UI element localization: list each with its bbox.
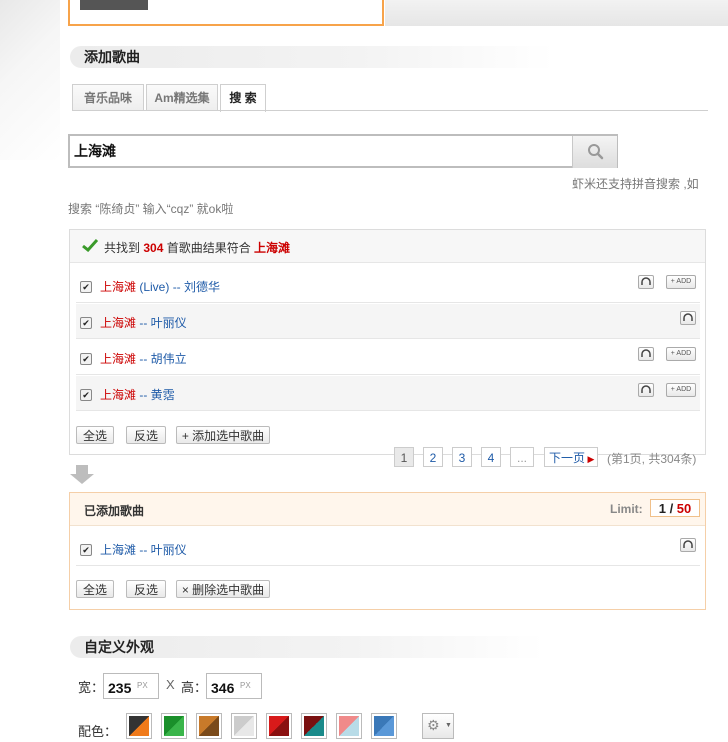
headphones-icon[interactable] bbox=[680, 538, 696, 552]
left-shadow-decor bbox=[0, 0, 60, 160]
headphones-icon[interactable] bbox=[680, 311, 696, 325]
added-songs-header: 已添加歌曲 Limit: 1 / 50 bbox=[70, 493, 705, 526]
add-song-button[interactable]: + ADD bbox=[666, 347, 696, 361]
select-all-button[interactable]: 全选 bbox=[76, 426, 114, 444]
song-link[interactable]: 上海滩 (Live) -- 刘德华 bbox=[100, 278, 220, 295]
headphones-icon[interactable] bbox=[638, 383, 654, 397]
added-song-row: ✔ 上海滩 -- 叶丽仪 bbox=[76, 531, 700, 566]
color-swatch[interactable] bbox=[371, 713, 397, 739]
results-keyword: 上海滩 bbox=[254, 241, 291, 255]
color-swatch[interactable] bbox=[301, 713, 327, 739]
song-checkbox[interactable]: ✔ bbox=[80, 389, 92, 401]
page-1[interactable]: 1 bbox=[394, 447, 414, 467]
height-label: 高： bbox=[181, 680, 208, 695]
limit-counter: 1 / 50 bbox=[650, 499, 700, 517]
top-preview-thumbnail bbox=[80, 0, 148, 10]
color-swatch[interactable] bbox=[231, 713, 257, 739]
delete-selected-button[interactable]: × 删除选中歌曲 bbox=[176, 580, 270, 598]
size-separator: X bbox=[166, 677, 175, 692]
page-ellipsis: ... bbox=[510, 447, 534, 467]
song-link[interactable]: 上海滩 -- 叶丽仪 bbox=[100, 541, 187, 558]
color-swatch[interactable] bbox=[161, 713, 187, 739]
song-row: ✔ 上海滩 (Live) -- 刘德华 + ADD bbox=[76, 268, 700, 303]
select-all-button[interactable]: 全选 bbox=[76, 580, 114, 598]
search-results-panel: 共找到 304 首歌曲结果符合 上海滩 ✔ 上海滩 (Live) -- 刘德华 … bbox=[69, 229, 706, 455]
chevron-down-icon: ▼ bbox=[445, 722, 452, 729]
added-songs-panel: 已添加歌曲 Limit: 1 / 50 ✔ 上海滩 -- 叶丽仪 全选 反选 ×… bbox=[69, 492, 706, 610]
tab-am-collection[interactable]: Am精选集 bbox=[146, 84, 218, 110]
limit-label: Limit: bbox=[610, 502, 643, 516]
color-swatch[interactable] bbox=[126, 713, 152, 739]
song-checkbox[interactable]: ✔ bbox=[80, 317, 92, 329]
custom-appearance-title: 自定义外观 bbox=[70, 636, 544, 658]
results-header: 共找到 304 首歌曲结果符合 上海滩 bbox=[70, 230, 705, 263]
next-page-button[interactable]: 下一页 ▶ bbox=[544, 447, 598, 467]
width-input[interactable]: 235 PX bbox=[103, 673, 159, 699]
song-row: ✔ 上海滩 -- 胡伟立 + ADD bbox=[76, 340, 700, 375]
invert-selection-button[interactable]: 反选 bbox=[126, 426, 166, 444]
pagination-info: (第1页, 共304条) bbox=[607, 452, 697, 466]
gear-icon: ⚙ bbox=[427, 717, 440, 733]
search-button[interactable] bbox=[572, 136, 617, 168]
color-swatch[interactable] bbox=[336, 713, 362, 739]
search-icon bbox=[588, 144, 604, 160]
song-link[interactable]: 上海滩 -- 黄霑 bbox=[100, 386, 175, 403]
song-checkbox[interactable]: ✔ bbox=[80, 544, 92, 556]
song-row: ✔ 上海滩 -- 黄霑 + ADD bbox=[76, 376, 700, 411]
page-2[interactable]: 2 bbox=[423, 447, 443, 467]
arrow-down-icon bbox=[70, 465, 94, 484]
add-song-button[interactable]: + ADD bbox=[666, 275, 696, 289]
song-row: ✔ 上海滩 -- 叶丽仪 bbox=[76, 304, 700, 339]
custom-color-dropdown[interactable]: ⚙ ▼ bbox=[422, 713, 454, 739]
search-input[interactable] bbox=[74, 142, 564, 160]
color-scheme-label: 配色： bbox=[78, 724, 118, 739]
pinyin-example: 搜索 “陈绮贞” 输入“cqz” 就ok啦 bbox=[68, 202, 234, 216]
pinyin-hint: 虾米还支持拼音搜索 ,如 bbox=[572, 177, 699, 191]
add-songs-title: 添加歌曲 bbox=[70, 46, 554, 68]
height-input[interactable]: 346 PX bbox=[206, 673, 262, 699]
tab-divider bbox=[72, 110, 708, 111]
check-icon bbox=[82, 239, 98, 252]
limit-current: 1 bbox=[658, 501, 666, 516]
caret-right-icon: ▶ bbox=[585, 454, 595, 464]
song-link[interactable]: 上海滩 -- 叶丽仪 bbox=[100, 314, 187, 331]
added-songs-title: 已添加歌曲 bbox=[84, 504, 145, 518]
top-right-background bbox=[385, 0, 728, 26]
search-box bbox=[68, 134, 618, 168]
width-label: 宽： bbox=[78, 680, 105, 695]
page-4[interactable]: 4 bbox=[481, 447, 501, 467]
limit-max: 50 bbox=[676, 501, 692, 516]
results-count: 304 bbox=[143, 241, 164, 255]
headphones-icon[interactable] bbox=[638, 275, 654, 289]
invert-selection-button[interactable]: 反选 bbox=[126, 580, 166, 598]
color-swatch[interactable] bbox=[266, 713, 292, 739]
color-swatch[interactable] bbox=[196, 713, 222, 739]
results-summary: 共找到 304 首歌曲结果符合 上海滩 bbox=[104, 241, 291, 255]
song-checkbox[interactable]: ✔ bbox=[80, 353, 92, 365]
tab-music-taste[interactable]: 音乐品味 bbox=[72, 84, 144, 110]
headphones-icon[interactable] bbox=[638, 347, 654, 361]
song-link[interactable]: 上海滩 -- 胡伟立 bbox=[100, 350, 187, 367]
add-selected-button[interactable]: + 添加选中歌曲 bbox=[176, 426, 270, 444]
song-checkbox[interactable]: ✔ bbox=[80, 281, 92, 293]
tab-search[interactable]: 搜 索 bbox=[220, 84, 266, 112]
page-3[interactable]: 3 bbox=[452, 447, 472, 467]
add-song-button[interactable]: + ADD bbox=[666, 383, 696, 397]
